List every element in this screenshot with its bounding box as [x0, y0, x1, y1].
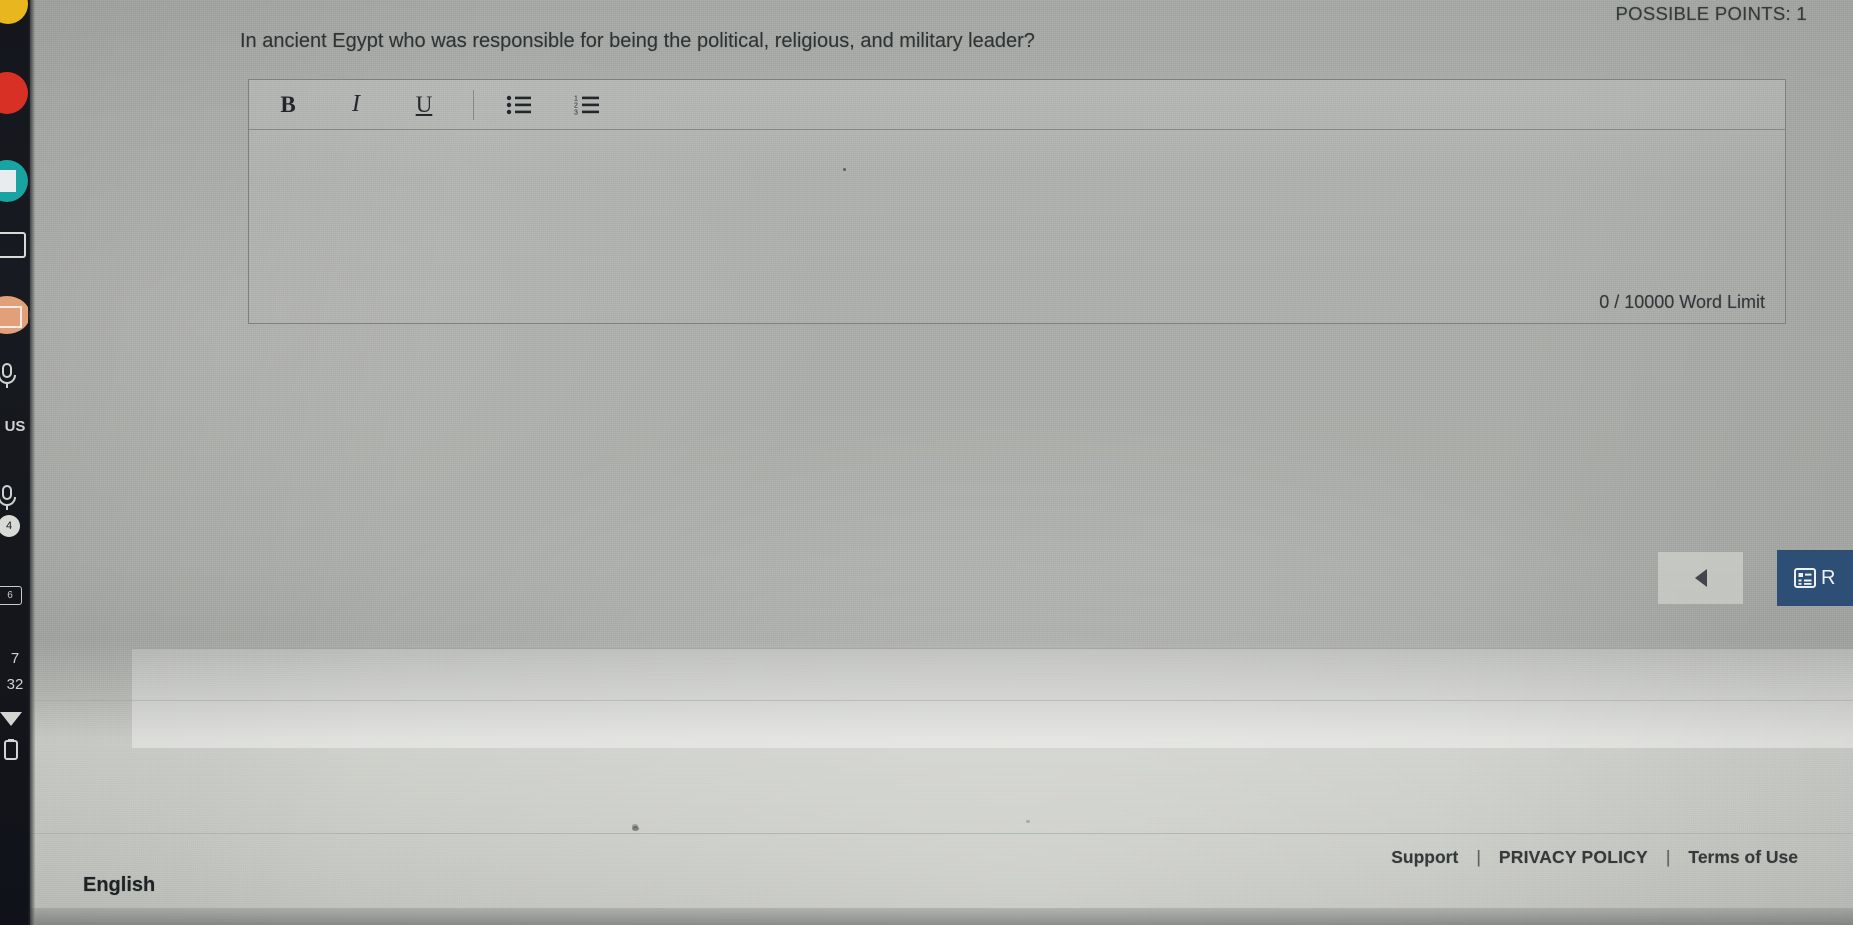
- svg-text:1: 1: [574, 95, 578, 102]
- badge-6[interactable]: 6: [0, 586, 22, 605]
- mic-icon[interactable]: [0, 484, 20, 512]
- phone-bezel-edge: [28, 0, 35, 925]
- battery-icon: [4, 739, 18, 760]
- svg-text:2: 2: [574, 102, 578, 109]
- dust-speck: [632, 824, 638, 828]
- assessment-screen: US 4 6 7 32 POSSIBLE POINTS: 1 In ancien…: [0, 0, 1853, 925]
- svg-text:3: 3: [574, 109, 578, 116]
- content-divider-lower: [0, 700, 1853, 701]
- app-icon-yellow[interactable]: [0, 0, 28, 24]
- contacts-glyph: [0, 306, 22, 328]
- footer-separator: |: [1476, 847, 1481, 867]
- support-link[interactable]: Support: [1391, 847, 1458, 868]
- badge-4[interactable]: 4: [0, 515, 20, 537]
- youtube-icon[interactable]: [0, 72, 28, 114]
- photo-icon[interactable]: [0, 232, 26, 258]
- notes-glyph: [0, 170, 16, 192]
- review-button-label: R: [1821, 566, 1836, 589]
- content-divider-upper: [132, 648, 1853, 649]
- privacy-policy-link[interactable]: PRIVACY POLICY: [1499, 847, 1648, 868]
- previous-question-button[interactable]: [1658, 552, 1743, 604]
- wifi-icon: [0, 712, 22, 726]
- bulleted-list-icon[interactable]: [496, 85, 542, 125]
- review-button[interactable]: R: [1777, 550, 1853, 606]
- answer-input[interactable]: [249, 130, 1785, 323]
- terms-of-use-link[interactable]: Terms of Use: [1688, 847, 1798, 868]
- footer-divider: [0, 833, 1853, 834]
- dust-speck: [1026, 820, 1030, 823]
- mic-icon[interactable]: [0, 362, 20, 390]
- left-triangle-icon: [1694, 569, 1707, 587]
- bold-icon[interactable]: B: [265, 85, 311, 125]
- notification-count-32: 32: [6, 676, 24, 693]
- word-limit-counter: 0 / 10000 Word Limit: [1599, 292, 1765, 312]
- answer-editor[interactable]: B I U 1 2 3 0 / 10000 Word Limit: [248, 79, 1786, 324]
- phone-status-strip: US 4 6 7 32: [0, 0, 30, 925]
- italic-icon[interactable]: I: [333, 85, 379, 125]
- underline-icon[interactable]: U: [401, 85, 447, 125]
- carrier-label: US: [4, 418, 26, 435]
- review-list-icon: [1793, 566, 1817, 590]
- toolbar-separator: [473, 89, 474, 120]
- editor-toolbar: B I U 1 2 3: [249, 80, 1785, 130]
- question-prompt: In ancient Egypt who was responsible for…: [240, 30, 1035, 52]
- footer-links: Support | PRIVACY POLICY | Terms of Use: [1391, 847, 1798, 868]
- screen-bottom-edge: [0, 908, 1853, 925]
- editor-cursor-dot: [843, 168, 846, 171]
- numbered-list-icon[interactable]: 1 2 3: [564, 85, 610, 125]
- notification-count-7: 7: [10, 650, 20, 667]
- language-selector[interactable]: English: [83, 874, 155, 897]
- footer-separator: |: [1665, 847, 1671, 867]
- possible-points-label: POSSIBLE POINTS: 1: [1615, 3, 1807, 24]
